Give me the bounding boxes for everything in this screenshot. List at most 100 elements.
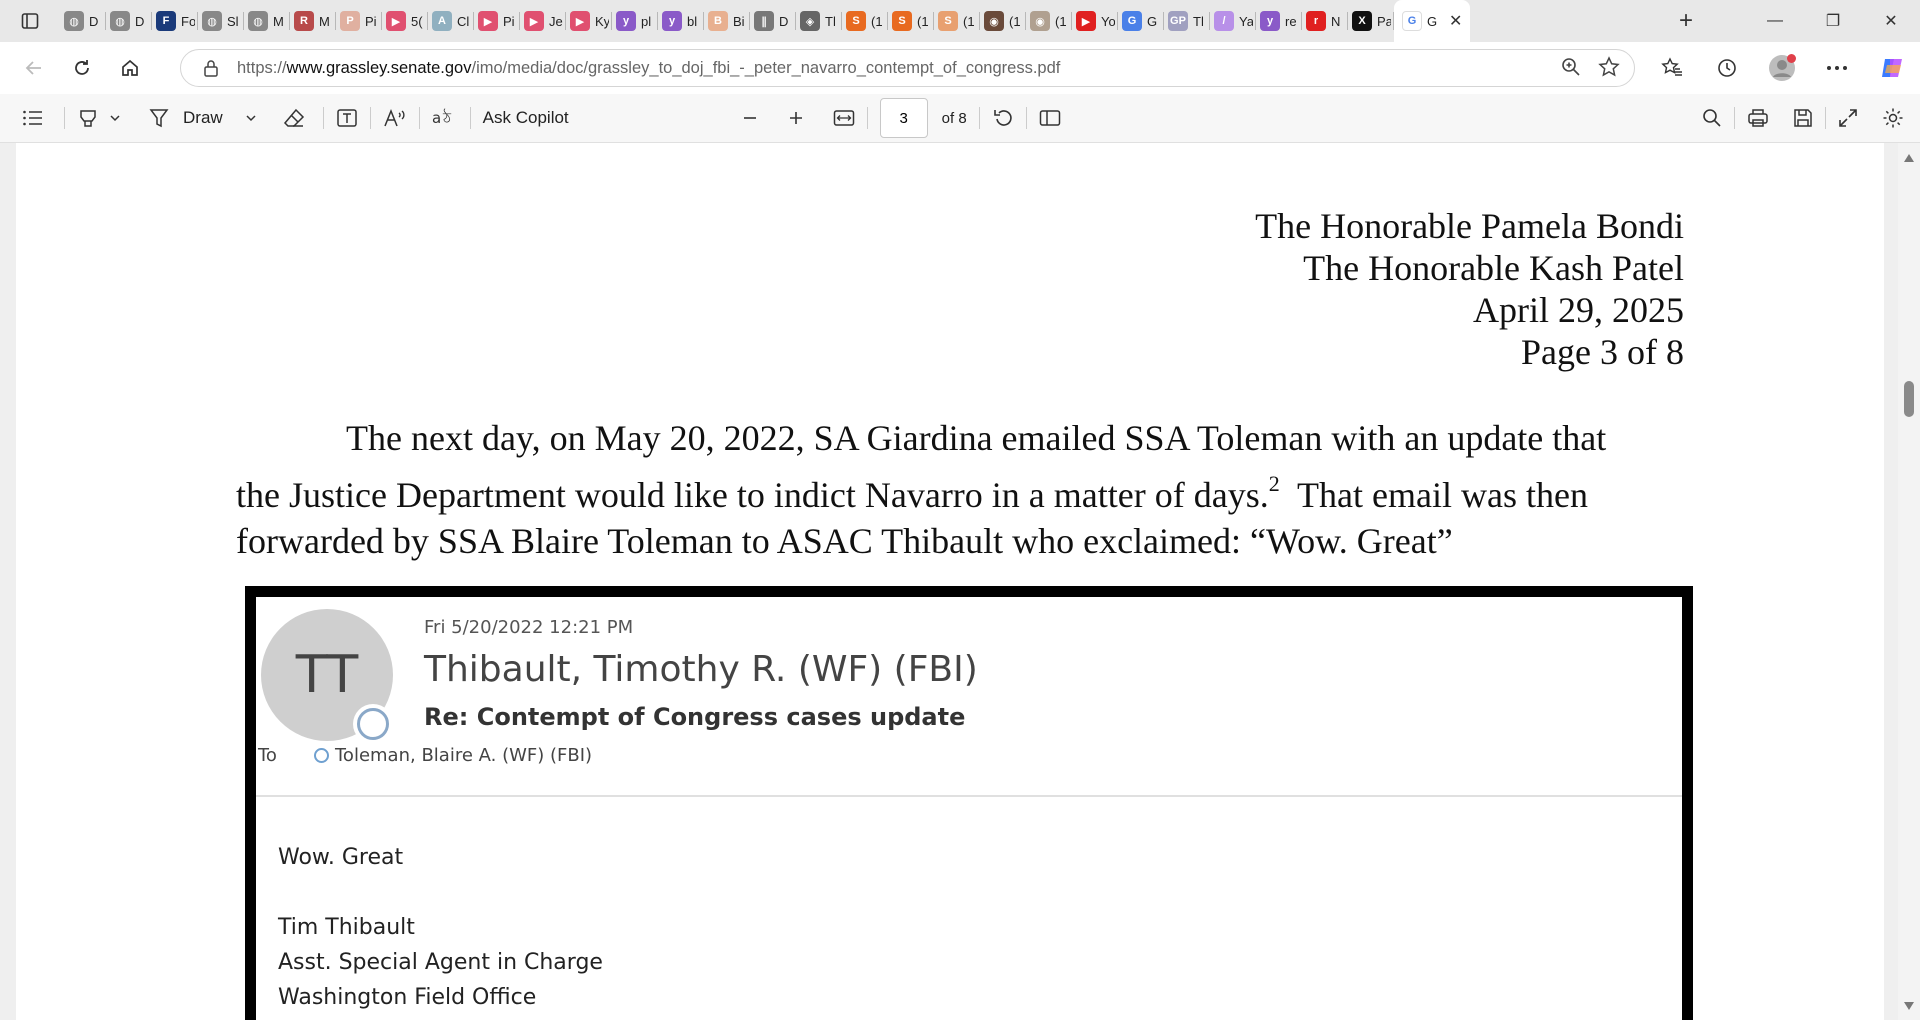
close-tab-icon[interactable]: ✕ — [1449, 11, 1462, 31]
browser-tab[interactable]: ◉ (1 — [1026, 0, 1072, 42]
tab-actions-button[interactable] — [0, 0, 60, 42]
add-text-button[interactable] — [336, 98, 358, 138]
tab-title: Pa — [1377, 13, 1391, 29]
home-button[interactable] — [110, 48, 150, 88]
browser-tab[interactable]: ▶ Yo — [1072, 0, 1118, 42]
tab-title: Fo — [181, 13, 195, 29]
site-info-lock-icon[interactable] — [203, 59, 219, 77]
vertical-scrollbar[interactable] — [1898, 143, 1920, 1020]
browser-tab[interactable]: ▶ Je — [520, 0, 566, 42]
svg-text:ঠ: ঠ — [442, 109, 452, 127]
save-button[interactable] — [1793, 98, 1813, 138]
url-host: www.grassley.senate.gov — [286, 58, 472, 77]
minimize-button[interactable]: — — [1746, 0, 1804, 42]
favorites-button[interactable] — [1650, 48, 1694, 88]
browser-tab[interactable]: X Pa — [1348, 0, 1394, 42]
new-tab-button[interactable]: + — [1666, 0, 1706, 42]
browser-tab[interactable]: RM — [290, 0, 336, 42]
browser-tab[interactable]: ◈ Tl — [796, 0, 842, 42]
tab-title: pl — [641, 13, 652, 29]
browser-tab[interactable]: B Bi — [704, 0, 750, 42]
url-scheme: https:// — [237, 58, 287, 77]
browser-tab[interactable]: ◍ D — [60, 0, 106, 42]
back-button[interactable] — [14, 48, 54, 88]
active-browser-tab[interactable]: G G ✕ — [1394, 0, 1471, 42]
to-label: To — [258, 745, 277, 766]
browser-tab[interactable]: ◍ Sl — [198, 0, 244, 42]
browser-tab[interactable]: S (1 — [888, 0, 934, 42]
page-view-button[interactable] — [1039, 98, 1061, 138]
url-text[interactable]: https://www.grassley.senate.gov/imo/medi… — [237, 59, 1060, 78]
browser-tab[interactable]: ▶ Pi — [474, 0, 520, 42]
browser-tab[interactable]: ∥ D — [750, 0, 796, 42]
scroll-up-arrow-icon[interactable] — [1904, 154, 1914, 162]
close-window-button[interactable]: ✕ — [1862, 0, 1920, 42]
browser-tab[interactable]: ◍ D — [106, 0, 152, 42]
browser-tab[interactable]: ◉ (1 — [980, 0, 1026, 42]
pdf-viewport[interactable]: The Honorable Pamela Bondi The Honorable… — [0, 143, 1920, 1020]
fit-width-button[interactable] — [833, 98, 855, 138]
scroll-down-arrow-icon[interactable] — [1904, 1002, 1914, 1010]
home-icon — [122, 59, 138, 76]
settings-and-more-button[interactable] — [1815, 48, 1859, 88]
tab-title: bl — [687, 13, 698, 29]
page-number-input[interactable]: 3 — [879, 98, 928, 138]
chevron-down-icon[interactable] — [245, 112, 257, 124]
browser-tab[interactable]: ▶ 5( — [382, 0, 428, 42]
tab-actions-icon — [21, 13, 39, 29]
browser-tab[interactable]: y bl — [658, 0, 704, 42]
translate-button[interactable]: aঠ — [432, 98, 458, 138]
header-line: Page 3 of 8 — [1521, 332, 1684, 372]
browser-tab[interactable]: GP Tl — [1164, 0, 1210, 42]
pdf-toolbar: Draw aঠ Ask Copilot 3 of 8 — [0, 94, 1920, 143]
scrollbar-thumb[interactable] — [1904, 381, 1914, 417]
fullscreen-button[interactable] — [1838, 98, 1858, 138]
copilot-icon — [1882, 59, 1902, 77]
tab-title: (1 — [917, 13, 929, 29]
chevron-down-icon[interactable] — [109, 112, 121, 124]
avatar-initials: TT — [295, 645, 359, 705]
tab-title: Cl — [457, 13, 470, 29]
toolbar-separator — [418, 107, 420, 129]
browser-tab[interactable]: rN — [1302, 0, 1348, 42]
browser-tab[interactable]: / Ya — [1210, 0, 1256, 42]
browser-tab[interactable]: ▶ Ky — [566, 0, 612, 42]
zoom-in-button[interactable] — [787, 98, 805, 138]
email-recipient-row: To Toleman, Blaire A. (WF) (FBI) — [258, 745, 592, 766]
draw-button[interactable]: Draw — [149, 98, 257, 138]
pdf-settings-button[interactable] — [1882, 98, 1904, 138]
zoom-out-button[interactable] — [741, 98, 759, 138]
browser-tab[interactable]: P Pi — [336, 0, 382, 42]
browser-tab[interactable]: GG — [1118, 0, 1164, 42]
favorite-star-icon[interactable] — [1598, 56, 1620, 78]
browser-tab[interactable]: A Cl — [428, 0, 474, 42]
print-button[interactable] — [1747, 98, 1769, 138]
tab-favicon-icon: R — [294, 11, 314, 31]
tab-title: (1 — [1009, 13, 1021, 29]
ask-copilot-button[interactable]: Ask Copilot — [483, 98, 569, 138]
footnote-ref[interactable]: 2 — [1269, 471, 1280, 496]
browser-tab[interactable]: y re — [1256, 0, 1302, 42]
zoom-icon[interactable] — [1560, 56, 1582, 78]
restore-button[interactable]: ❐ — [1804, 0, 1862, 42]
profile-button[interactable] — [1760, 48, 1804, 88]
find-button[interactable] — [1702, 98, 1722, 138]
email-divider — [256, 795, 1682, 797]
copilot-button[interactable] — [1870, 48, 1914, 88]
tab-title: M — [319, 13, 330, 29]
read-aloud-button[interactable] — [383, 98, 407, 138]
browser-tab[interactable]: ◍ M — [244, 0, 290, 42]
browser-tab[interactable]: y pl — [612, 0, 658, 42]
browser-tab[interactable]: F Fo — [152, 0, 198, 42]
history-button[interactable] — [1705, 48, 1749, 88]
rotate-button[interactable] — [992, 98, 1014, 138]
reload-button[interactable] — [62, 48, 102, 88]
address-bar[interactable]: https://www.grassley.senate.gov/imo/medi… — [180, 49, 1635, 87]
plus-icon — [789, 112, 802, 124]
contents-button[interactable] — [22, 98, 44, 138]
browser-tab[interactable]: S (1 — [934, 0, 980, 42]
tab-favicon-icon: ▶ — [524, 11, 544, 31]
erase-button[interactable] — [283, 98, 305, 138]
browser-tab[interactable]: S (1 — [842, 0, 888, 42]
highlight-button[interactable] — [77, 98, 121, 138]
